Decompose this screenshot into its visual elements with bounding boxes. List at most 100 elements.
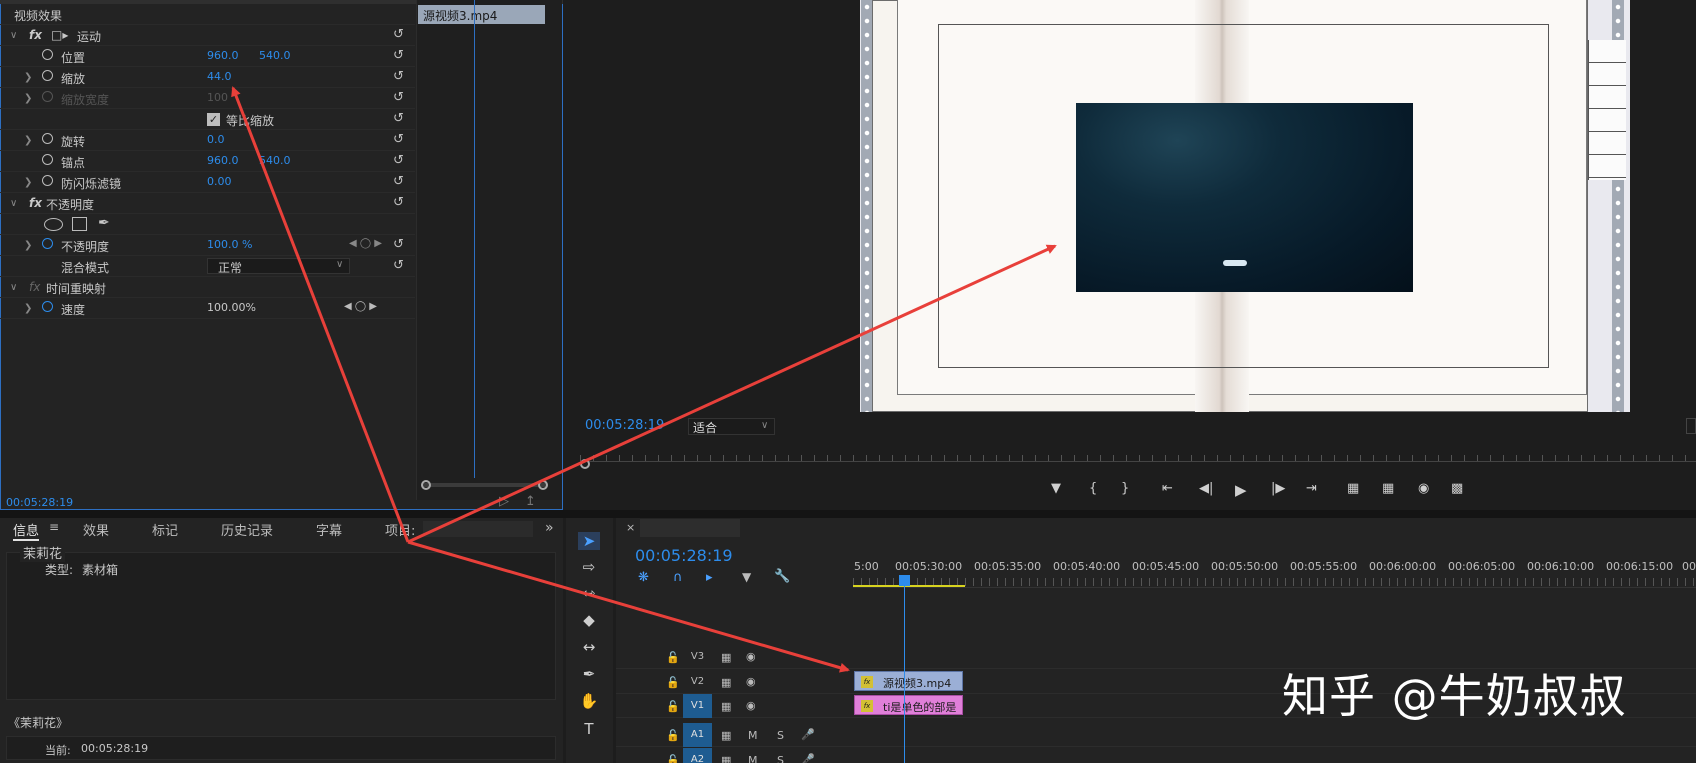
play-only-icon[interactable]: ▷ [499, 494, 509, 509]
tab-captions[interactable]: 字幕 [316, 520, 342, 539]
fx-playhead-line[interactable] [474, 0, 475, 478]
timeline-timecode[interactable]: 00:05:28:19 [635, 546, 733, 565]
sync-lock-icon[interactable]: ▦ [721, 729, 731, 742]
stopwatch-icon[interactable] [42, 238, 53, 249]
clip-v1[interactable]: fx ti是单色的部是 [854, 695, 963, 715]
reset-icon[interactable]: ↺ [393, 195, 404, 210]
stopwatch-icon[interactable] [42, 70, 53, 81]
chevron-down-icon[interactable]: ∨ [10, 30, 17, 41]
ripple-edit-tool-icon[interactable]: ⇿ [578, 584, 600, 602]
timeline-playhead[interactable] [904, 578, 905, 763]
lock-icon[interactable]: 🔓 [666, 676, 680, 689]
chevron-down-icon[interactable]: ∨ [10, 198, 17, 209]
lock-icon[interactable]: 🔓 [666, 729, 680, 742]
razor-tool-icon[interactable]: ◆ [578, 611, 600, 629]
eye-icon[interactable]: ◉ [746, 650, 756, 663]
monitor-playhead[interactable] [580, 459, 590, 469]
monitor-time-ruler[interactable] [580, 446, 1696, 462]
wrench-icon[interactable]: 🔧 [774, 569, 790, 584]
reset-icon[interactable]: ↺ [393, 132, 404, 147]
resolution-select[interactable] [1686, 418, 1696, 434]
chevron-right-icon[interactable]: ❯ [24, 240, 32, 251]
lock-icon[interactable]: 🔓 [666, 754, 680, 763]
opacity-section[interactable]: ∨ fx 不透明度 ↺ [0, 193, 415, 214]
timeline-playhead-handle[interactable] [899, 575, 910, 586]
reset-icon[interactable]: ↺ [393, 153, 404, 168]
add-marker-icon[interactable]: ▼ [1051, 481, 1061, 496]
fx-scroll-handle-right[interactable] [538, 480, 548, 490]
hand-tool-icon[interactable]: ✋ [578, 692, 600, 710]
more-panels-icon[interactable]: » [545, 520, 554, 536]
track-name-v3[interactable]: V3 [683, 645, 712, 669]
sequence-tab-blur[interactable] [640, 519, 740, 537]
selection-tool-icon[interactable]: ➤ [578, 532, 600, 550]
anchor-x-value[interactable]: 960.0 [207, 154, 239, 167]
go-to-in-icon[interactable]: ⇤ [1162, 481, 1173, 496]
time-remap-section[interactable]: ∨ fx 时间重映射 [0, 277, 415, 298]
reset-icon[interactable]: ↺ [393, 258, 404, 273]
tab-info[interactable]: 信息 [13, 520, 40, 541]
scale-value[interactable]: 44.0 [207, 70, 232, 83]
keyframe-nav-icon[interactable]: ◀ ◯ ▶ [349, 238, 382, 249]
sync-lock-icon[interactable]: ▦ [721, 754, 731, 763]
add-marker-icon[interactable]: ▼ [742, 570, 751, 584]
lock-icon[interactable]: 🔓 [666, 700, 680, 713]
step-forward-icon[interactable]: |▶ [1271, 481, 1285, 496]
microphone-icon[interactable]: 🎤 [801, 728, 815, 741]
hamburger-menu-icon[interactable]: ≡ [49, 520, 59, 534]
stopwatch-icon[interactable] [42, 154, 53, 165]
fx-scroll-handle-left[interactable] [421, 480, 431, 490]
nest-icon[interactable]: ❋ [638, 570, 649, 585]
microphone-icon[interactable]: 🎤 [801, 753, 815, 763]
rotation-value[interactable]: 0.0 [207, 133, 225, 146]
opacity-value[interactable]: 100.0 % [207, 238, 252, 251]
tab-history[interactable]: 历史记录 [221, 520, 273, 539]
pen-tool-icon[interactable]: ✒ [578, 665, 600, 683]
blend-mode-select[interactable]: 正常 ∨ [207, 258, 350, 275]
stopwatch-icon[interactable] [42, 133, 53, 144]
lift-icon[interactable]: ▦ [1347, 481, 1359, 496]
program-timecode[interactable]: 00:05:28:19 [585, 418, 664, 433]
tab-effects[interactable]: 效果 [83, 520, 109, 539]
speed-value[interactable]: 100.00% [207, 301, 256, 314]
tab-markers[interactable]: 标记 [152, 520, 178, 539]
pen-mask-icon[interactable]: ✒ [98, 215, 110, 231]
fx-source-clip-tab[interactable]: 源视频3.mp4 [418, 5, 545, 24]
track-name-a1[interactable]: A1 [683, 723, 712, 747]
chevron-right-icon[interactable]: ❯ [24, 303, 32, 314]
chevron-right-icon[interactable]: ❯ [24, 135, 32, 146]
reset-icon[interactable]: ↺ [393, 48, 404, 63]
sync-lock-icon[interactable]: ▦ [721, 676, 731, 689]
solo-button[interactable]: S [777, 729, 784, 742]
anchor-y-value[interactable]: 540.0 [259, 154, 291, 167]
rectangle-mask-icon[interactable] [72, 217, 87, 231]
mute-button[interactable]: M [748, 754, 758, 763]
fx-scrollbar[interactable] [421, 483, 548, 487]
solo-button[interactable]: S [777, 754, 784, 763]
reset-icon[interactable]: ↺ [393, 174, 404, 189]
linked-selection-icon[interactable]: ▸ [706, 570, 713, 585]
stopwatch-icon[interactable] [42, 49, 53, 60]
mute-button[interactable]: M [748, 729, 758, 742]
keyframe-nav-icon[interactable]: ◀ ◯ ▶ [344, 301, 377, 312]
track-name-v2[interactable]: V2 [683, 670, 712, 694]
slip-tool-icon[interactable]: ↔ [578, 638, 600, 656]
sync-lock-icon[interactable]: ▦ [721, 700, 731, 713]
anti-flicker-value[interactable]: 0.00 [207, 175, 232, 188]
reset-icon[interactable]: ↺ [393, 237, 404, 252]
extract-icon[interactable]: ▦ [1382, 481, 1394, 496]
close-tab-icon[interactable]: × [626, 521, 635, 534]
eye-icon[interactable]: ◉ [746, 699, 756, 712]
chevron-down-icon[interactable]: ∨ [10, 282, 17, 293]
track-name-a2[interactable]: A2 [683, 748, 712, 763]
snap-icon[interactable]: ∩ [673, 570, 683, 585]
play-icon[interactable]: ▶ [1235, 481, 1247, 499]
camera-icon[interactable]: ◉ [1418, 481, 1429, 496]
uniform-scale-checkbox[interactable]: ✓ [207, 113, 220, 126]
motion-section[interactable]: ∨ fx □▸ 运动 ↺ [0, 25, 415, 46]
reset-icon[interactable]: ↺ [393, 69, 404, 84]
mark-out-icon[interactable]: } [1121, 481, 1129, 496]
compare-icon[interactable]: ▩ [1451, 481, 1463, 496]
reset-icon[interactable]: ↺ [393, 27, 404, 42]
eye-icon[interactable]: ◉ [746, 675, 756, 688]
